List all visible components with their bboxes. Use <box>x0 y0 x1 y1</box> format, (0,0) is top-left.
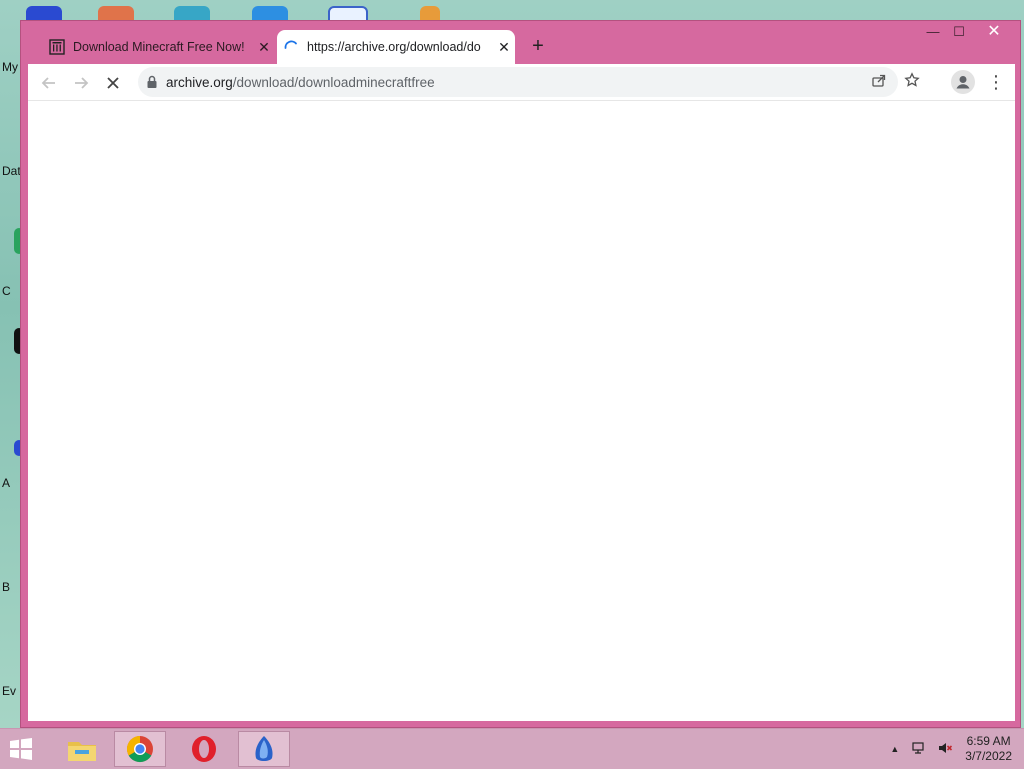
tab-strip[interactable]: Download Minecraft Free Now! ✕ https://a… <box>21 21 1020 65</box>
desktop-label: C <box>2 284 11 298</box>
file-explorer-icon[interactable] <box>56 731 108 767</box>
lock-icon[interactable] <box>138 75 166 89</box>
opera-taskbar-icon[interactable] <box>178 731 230 767</box>
address-bar[interactable]: archive.org/download/downloadminecraftfr… <box>138 67 920 97</box>
address-host: archive.org <box>166 74 233 90</box>
bookmark-star-icon[interactable] <box>901 72 923 94</box>
address-text[interactable]: archive.org/download/downloadminecraftfr… <box>166 75 435 90</box>
close-window-button[interactable]: ✕ <box>971 21 1017 45</box>
desktop-label: B <box>2 580 11 594</box>
taskbar: ▲ 6:59 AM 3/7/2022 <box>0 728 1024 769</box>
stop-loading-icon[interactable] <box>100 70 126 96</box>
more-menu-icon[interactable]: ⋮ <box>986 69 1006 95</box>
browser-toolbar: archive.org/download/downloadminecraftfr… <box>28 64 1015 101</box>
tab-archive-download[interactable]: https://archive.org/download/do ✕ <box>277 30 515 64</box>
new-tab-button[interactable]: + <box>527 35 549 57</box>
desktop-label: Dat <box>2 164 21 178</box>
tab-title: Download Minecraft Free Now! <box>73 40 245 54</box>
address-path: /download/downloadminecraftfree <box>232 74 435 90</box>
chrome-taskbar-icon[interactable] <box>114 731 166 767</box>
clock-date: 3/7/2022 <box>965 749 1012 763</box>
clock[interactable]: 6:59 AM 3/7/2022 <box>965 734 1012 764</box>
desktop-label: Ev <box>2 684 17 698</box>
system-tray: ▲ 6:59 AM 3/7/2022 <box>890 733 1012 765</box>
browser-window: Download Minecraft Free Now! ✕ https://a… <box>20 20 1021 728</box>
share-icon[interactable] <box>868 72 890 94</box>
desktop-label: My <box>2 60 18 74</box>
tab-close-icon[interactable]: ✕ <box>493 39 515 56</box>
network-icon[interactable] <box>911 740 927 759</box>
windows-start-icon[interactable] <box>6 735 38 763</box>
page-content <box>28 101 1015 721</box>
volume-muted-icon[interactable] <box>937 740 953 759</box>
forward-arrow-icon[interactable] <box>68 70 94 96</box>
desktop-side-icons: My Dat C A B Ev <box>0 0 24 728</box>
profile-avatar-icon[interactable] <box>951 70 975 94</box>
loading-spinner-icon <box>283 39 299 55</box>
tab-download-minecraft[interactable]: Download Minecraft Free Now! ✕ <box>43 30 275 64</box>
archive-favicon-icon <box>49 39 65 55</box>
back-arrow-icon[interactable] <box>36 70 62 96</box>
app-taskbar-icon[interactable] <box>238 731 290 767</box>
clock-time: 6:59 AM <box>966 734 1011 748</box>
tab-title: https://archive.org/download/do <box>307 40 481 54</box>
show-hidden-icons-icon[interactable]: ▲ <box>890 744 899 754</box>
desktop-label: A <box>2 476 11 490</box>
tab-close-icon[interactable]: ✕ <box>253 39 275 56</box>
